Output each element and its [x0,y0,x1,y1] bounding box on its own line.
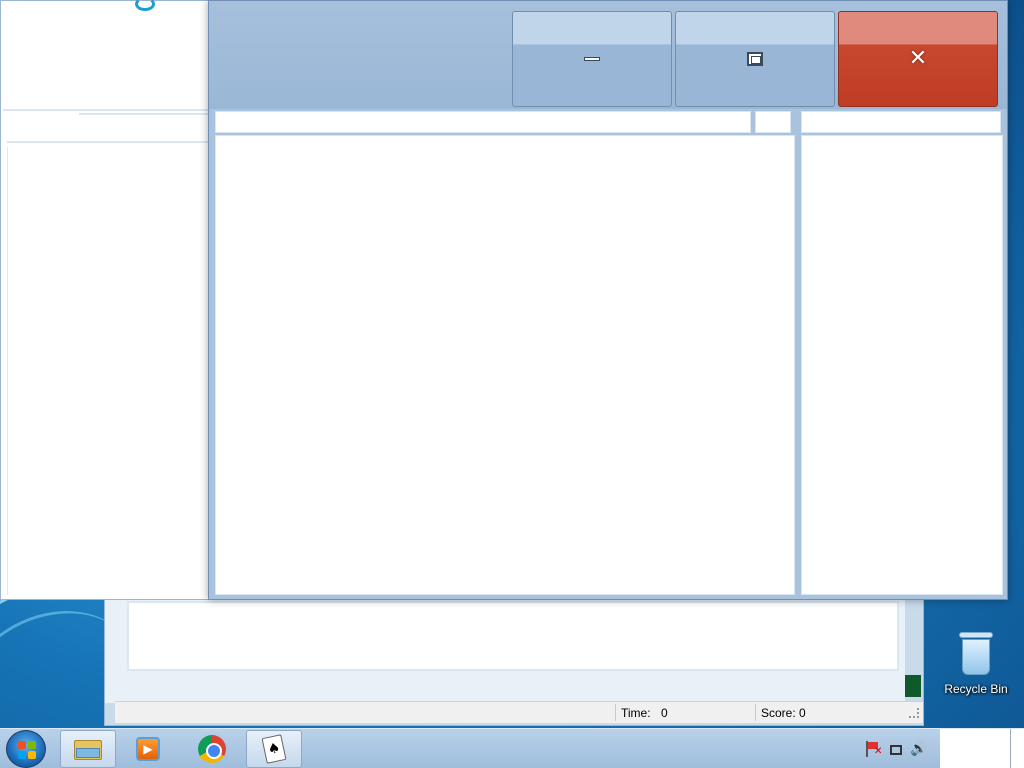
windows-logo-icon [18,741,36,759]
solitaire-felt-edge [905,675,921,697]
action-center-flag-icon[interactable] [866,741,882,757]
solitaire-status-bar: Time: 0 Score: 0 [115,701,923,723]
title-bar[interactable]: ✕ [209,1,1007,109]
background-window-pane[interactable] [7,147,209,595]
search-box[interactable] [801,111,1001,133]
minimize-icon [584,57,600,61]
address-bar[interactable] [215,111,751,133]
address-go-button[interactable] [755,111,791,133]
recycle-bin-label: Recycle Bin [944,682,1008,696]
app-orb-icon [135,0,155,11]
taskbar: ▶ ♠ 🔊 [0,728,1024,768]
taskbar-solitaire[interactable]: ♠ [246,730,302,768]
chrome-icon [198,735,226,763]
media-player-icon: ▶ [136,737,160,761]
taskbar-chrome[interactable] [184,730,240,768]
start-button[interactable] [6,730,46,768]
recycle-bin-icon [959,632,993,676]
background-window [0,0,210,600]
status-separator [755,704,756,721]
maximize-button[interactable] [675,11,835,107]
close-icon: ✕ [908,46,928,71]
time-label: Time: [621,706,651,720]
window-divider [3,109,209,111]
notification-area: 🔊 [862,737,938,761]
resize-grip[interactable] [909,708,919,718]
address-cell[interactable] [7,113,79,143]
maximize-icon [747,52,763,66]
status-separator [615,704,616,721]
solitaire-game-area[interactable] [127,601,899,671]
minimize-button[interactable] [512,11,672,107]
side-pane[interactable] [801,135,1003,595]
network-icon[interactable] [890,745,902,755]
folder-icon [74,738,102,760]
solitaire-window: Time: 0 Score: 0 [104,594,924,726]
solitaire-frame [105,595,905,703]
solitaire-card-icon: ♠ [261,734,287,764]
main-window: ✕ [208,0,1008,600]
close-button[interactable]: ✕ [838,11,998,107]
toolbar-cell[interactable] [79,113,209,143]
recycle-bin-shortcut[interactable]: Recycle Bin [936,628,1016,704]
show-desktop-button[interactable] [1010,729,1024,768]
time-value: 0 [661,706,668,720]
score-label: Score: 0 [761,706,806,720]
volume-icon[interactable]: 🔊 [910,741,927,757]
taskbar-media-player[interactable]: ▶ [120,730,176,768]
taskbar-explorer[interactable] [60,730,116,768]
clock-area[interactable] [940,729,1024,768]
main-content-pane[interactable] [215,135,795,595]
